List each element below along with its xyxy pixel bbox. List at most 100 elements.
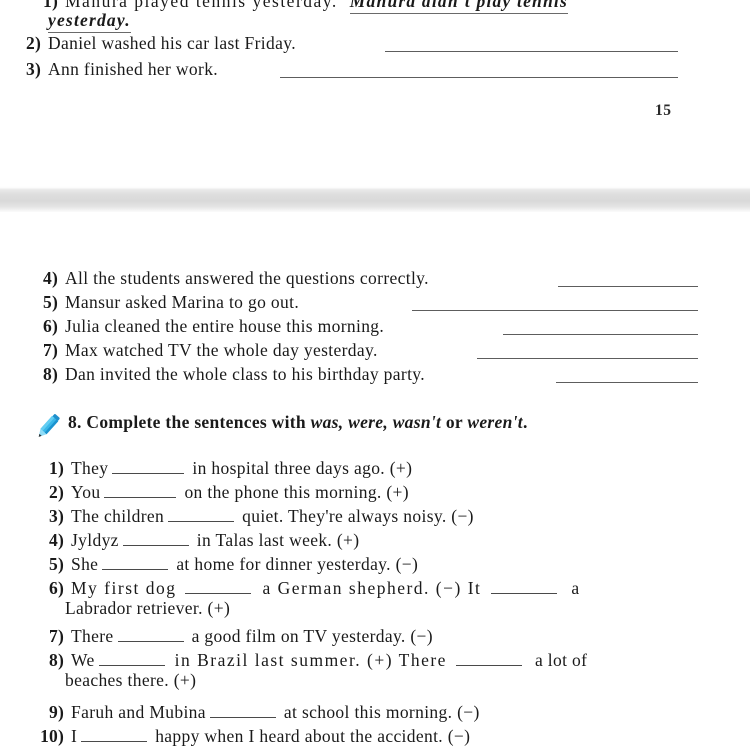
- document-page-top: 1) Manura played tennis yesterday. Manur…: [0, 0, 750, 188]
- item-number: 9): [49, 701, 64, 722]
- answer-rule[interactable]: [385, 51, 678, 52]
- exercise-8-item-1: 1) They in hospital three days ago. (+): [38, 456, 412, 477]
- item-sentence: Mansur asked Marina to go out.: [65, 292, 300, 312]
- item-text-continuation: beaches there. (+): [65, 670, 197, 690]
- exercise-8-item-6-continuation: Labrador retriever. (+): [65, 598, 231, 618]
- item-text-after: at school this morning. (−): [283, 701, 480, 722]
- item-text-after: happy when I heard about the accident. (…: [155, 725, 471, 746]
- item-text-after: a: [571, 577, 580, 598]
- exercise-8-item-8-continuation: beaches there. (+): [65, 670, 197, 690]
- item-sentence: All the students answered the questions …: [65, 268, 429, 288]
- exercise-7-item-7: 7) Max watched TV the whole day yesterda…: [32, 340, 378, 360]
- exercise-7-item-8: 8) Dan invited the whole class to his bi…: [32, 364, 425, 384]
- fill-in-blank[interactable]: [81, 724, 148, 742]
- item-text-after: in Talas last week. (+): [196, 529, 360, 550]
- item-text-before: There: [71, 625, 114, 646]
- exercise-7-item-6: 6) Julia cleaned the entire house this m…: [32, 316, 385, 336]
- item-sample-answer: Manura didn't play tennis: [349, 0, 568, 14]
- page-number: 15: [655, 102, 672, 119]
- item-number: 2): [26, 33, 41, 53]
- item-number: 1): [49, 457, 64, 478]
- answer-rule[interactable]: [503, 334, 698, 335]
- item-text-before: I: [71, 725, 78, 746]
- exercise-8-item-9: 9) Faruh and Mubina at school this morni…: [38, 700, 480, 721]
- item-text-before: My first dog: [71, 577, 177, 598]
- page-break-separator: [0, 186, 750, 213]
- item-text-after: on the phone this morning. (+): [184, 481, 409, 502]
- item-number: 8): [43, 364, 58, 384]
- answer-rule[interactable]: [556, 382, 698, 383]
- item-text-before: They: [71, 457, 109, 478]
- exercise-7-item-3: 3) Ann finished her work.: [15, 59, 219, 79]
- exercise-8-instruction-words-1: was, were, wasn't: [310, 412, 442, 432]
- item-number: 10): [40, 725, 64, 746]
- exercise-7-item-4: 4) All the students answered the questio…: [32, 268, 429, 288]
- item-number: 5): [43, 292, 58, 312]
- exercise-8-instruction-conjunction: or: [445, 412, 463, 432]
- answer-rule[interactable]: [477, 358, 698, 359]
- answer-rule[interactable]: [412, 310, 698, 311]
- answer-rule[interactable]: [280, 77, 678, 78]
- item-sentence: Manura played tennis yesterday.: [65, 0, 338, 11]
- fill-in-blank[interactable]: [112, 456, 185, 474]
- exercise-7-item-2: 2) Daniel washed his car last Friday.: [15, 33, 296, 53]
- exercise-8-item-10: 10) I happy when I heard about the accid…: [25, 724, 470, 745]
- item-number: 1): [43, 0, 58, 11]
- fill-in-blank[interactable]: [184, 576, 251, 594]
- item-text-middle: in Brazil last summer. (+) There: [174, 649, 447, 670]
- item-sentence: Max watched TV the whole day yesterday.: [65, 340, 378, 360]
- item-text-before: She: [71, 553, 99, 574]
- item-number: 2): [49, 481, 64, 502]
- fill-in-blank[interactable]: [122, 528, 189, 546]
- exercise-7-item-1-continuation: yesterday.: [48, 11, 131, 33]
- fill-in-blank[interactable]: [104, 480, 177, 498]
- exercise-8-item-8: 8) We in Brazil last summer. (+) There a…: [38, 648, 587, 669]
- item-number: 8): [49, 649, 64, 670]
- fill-in-blank[interactable]: [117, 624, 184, 642]
- item-sample-answer-continued: yesterday.: [48, 11, 131, 33]
- item-number: 3): [49, 505, 64, 526]
- exercise-8-item-4: 4) Jyldyz in Talas last week. (+): [38, 528, 359, 549]
- exercise-8-item-5: 5) She at home for dinner yesterday. (−): [38, 552, 418, 573]
- item-text-middle: a German shepherd. (−) It: [262, 577, 482, 598]
- exercise-8-instruction-prefix: Complete the sentences with: [86, 412, 306, 432]
- item-number: 6): [43, 316, 58, 336]
- exercise-8-instruction-words-2: weren't: [467, 412, 523, 432]
- item-number: 7): [43, 340, 58, 360]
- item-number: 4): [49, 529, 64, 550]
- item-number: 5): [49, 553, 64, 574]
- exercise-8-item-3: 3) The children quiet. They're always no…: [38, 504, 474, 525]
- item-number: 6): [49, 577, 64, 598]
- item-text-after: quiet. They're always noisy. (−): [242, 505, 474, 526]
- exercise-8-number: 8.: [68, 412, 82, 432]
- item-text-before: You: [71, 481, 101, 502]
- item-text-before: We: [71, 649, 95, 670]
- item-sentence: Dan invited the whole class to his birth…: [65, 364, 425, 384]
- item-text-before: Jyldyz: [71, 529, 119, 550]
- item-text-after: a good film on TV yesterday. (−): [191, 625, 433, 646]
- item-text-after: at home for dinner yesterday. (−): [176, 553, 419, 574]
- item-text-after: a lot of: [534, 649, 588, 670]
- exercise-8-item-7: 7) There a good film on TV yesterday. (−…: [38, 624, 433, 645]
- item-text-before: The children: [71, 505, 165, 526]
- item-text-continuation: Labrador retriever. (+): [65, 598, 231, 618]
- item-sentence: Julia cleaned the entire house this morn…: [65, 316, 385, 336]
- fill-in-blank[interactable]: [168, 504, 235, 522]
- item-sentence: Daniel washed his car last Friday.: [48, 33, 296, 53]
- fill-in-blank[interactable]: [102, 552, 169, 570]
- exercise-8-item-2: 2) You on the phone this morning. (+): [38, 480, 409, 501]
- exercise-8-heading: 8. Complete the sentences with was, were…: [68, 412, 528, 432]
- answer-rule[interactable]: [558, 286, 698, 287]
- item-number: 4): [43, 268, 58, 288]
- fill-in-blank[interactable]: [209, 700, 276, 718]
- item-text-after: in hospital three days ago. (+): [192, 457, 413, 478]
- item-number: 7): [49, 625, 64, 646]
- item-number: 3): [26, 59, 41, 79]
- fill-in-blank[interactable]: [98, 648, 165, 666]
- item-text-before: Faruh and Mubina: [71, 701, 206, 722]
- item-sentence: Ann finished her work.: [48, 59, 219, 79]
- exercise-8-instruction-end: .: [522, 412, 528, 432]
- fill-in-blank[interactable]: [491, 576, 558, 594]
- exercise-8-item-6: 6) My first dog a German shepherd. (−) I…: [38, 576, 580, 597]
- fill-in-blank[interactable]: [455, 648, 522, 666]
